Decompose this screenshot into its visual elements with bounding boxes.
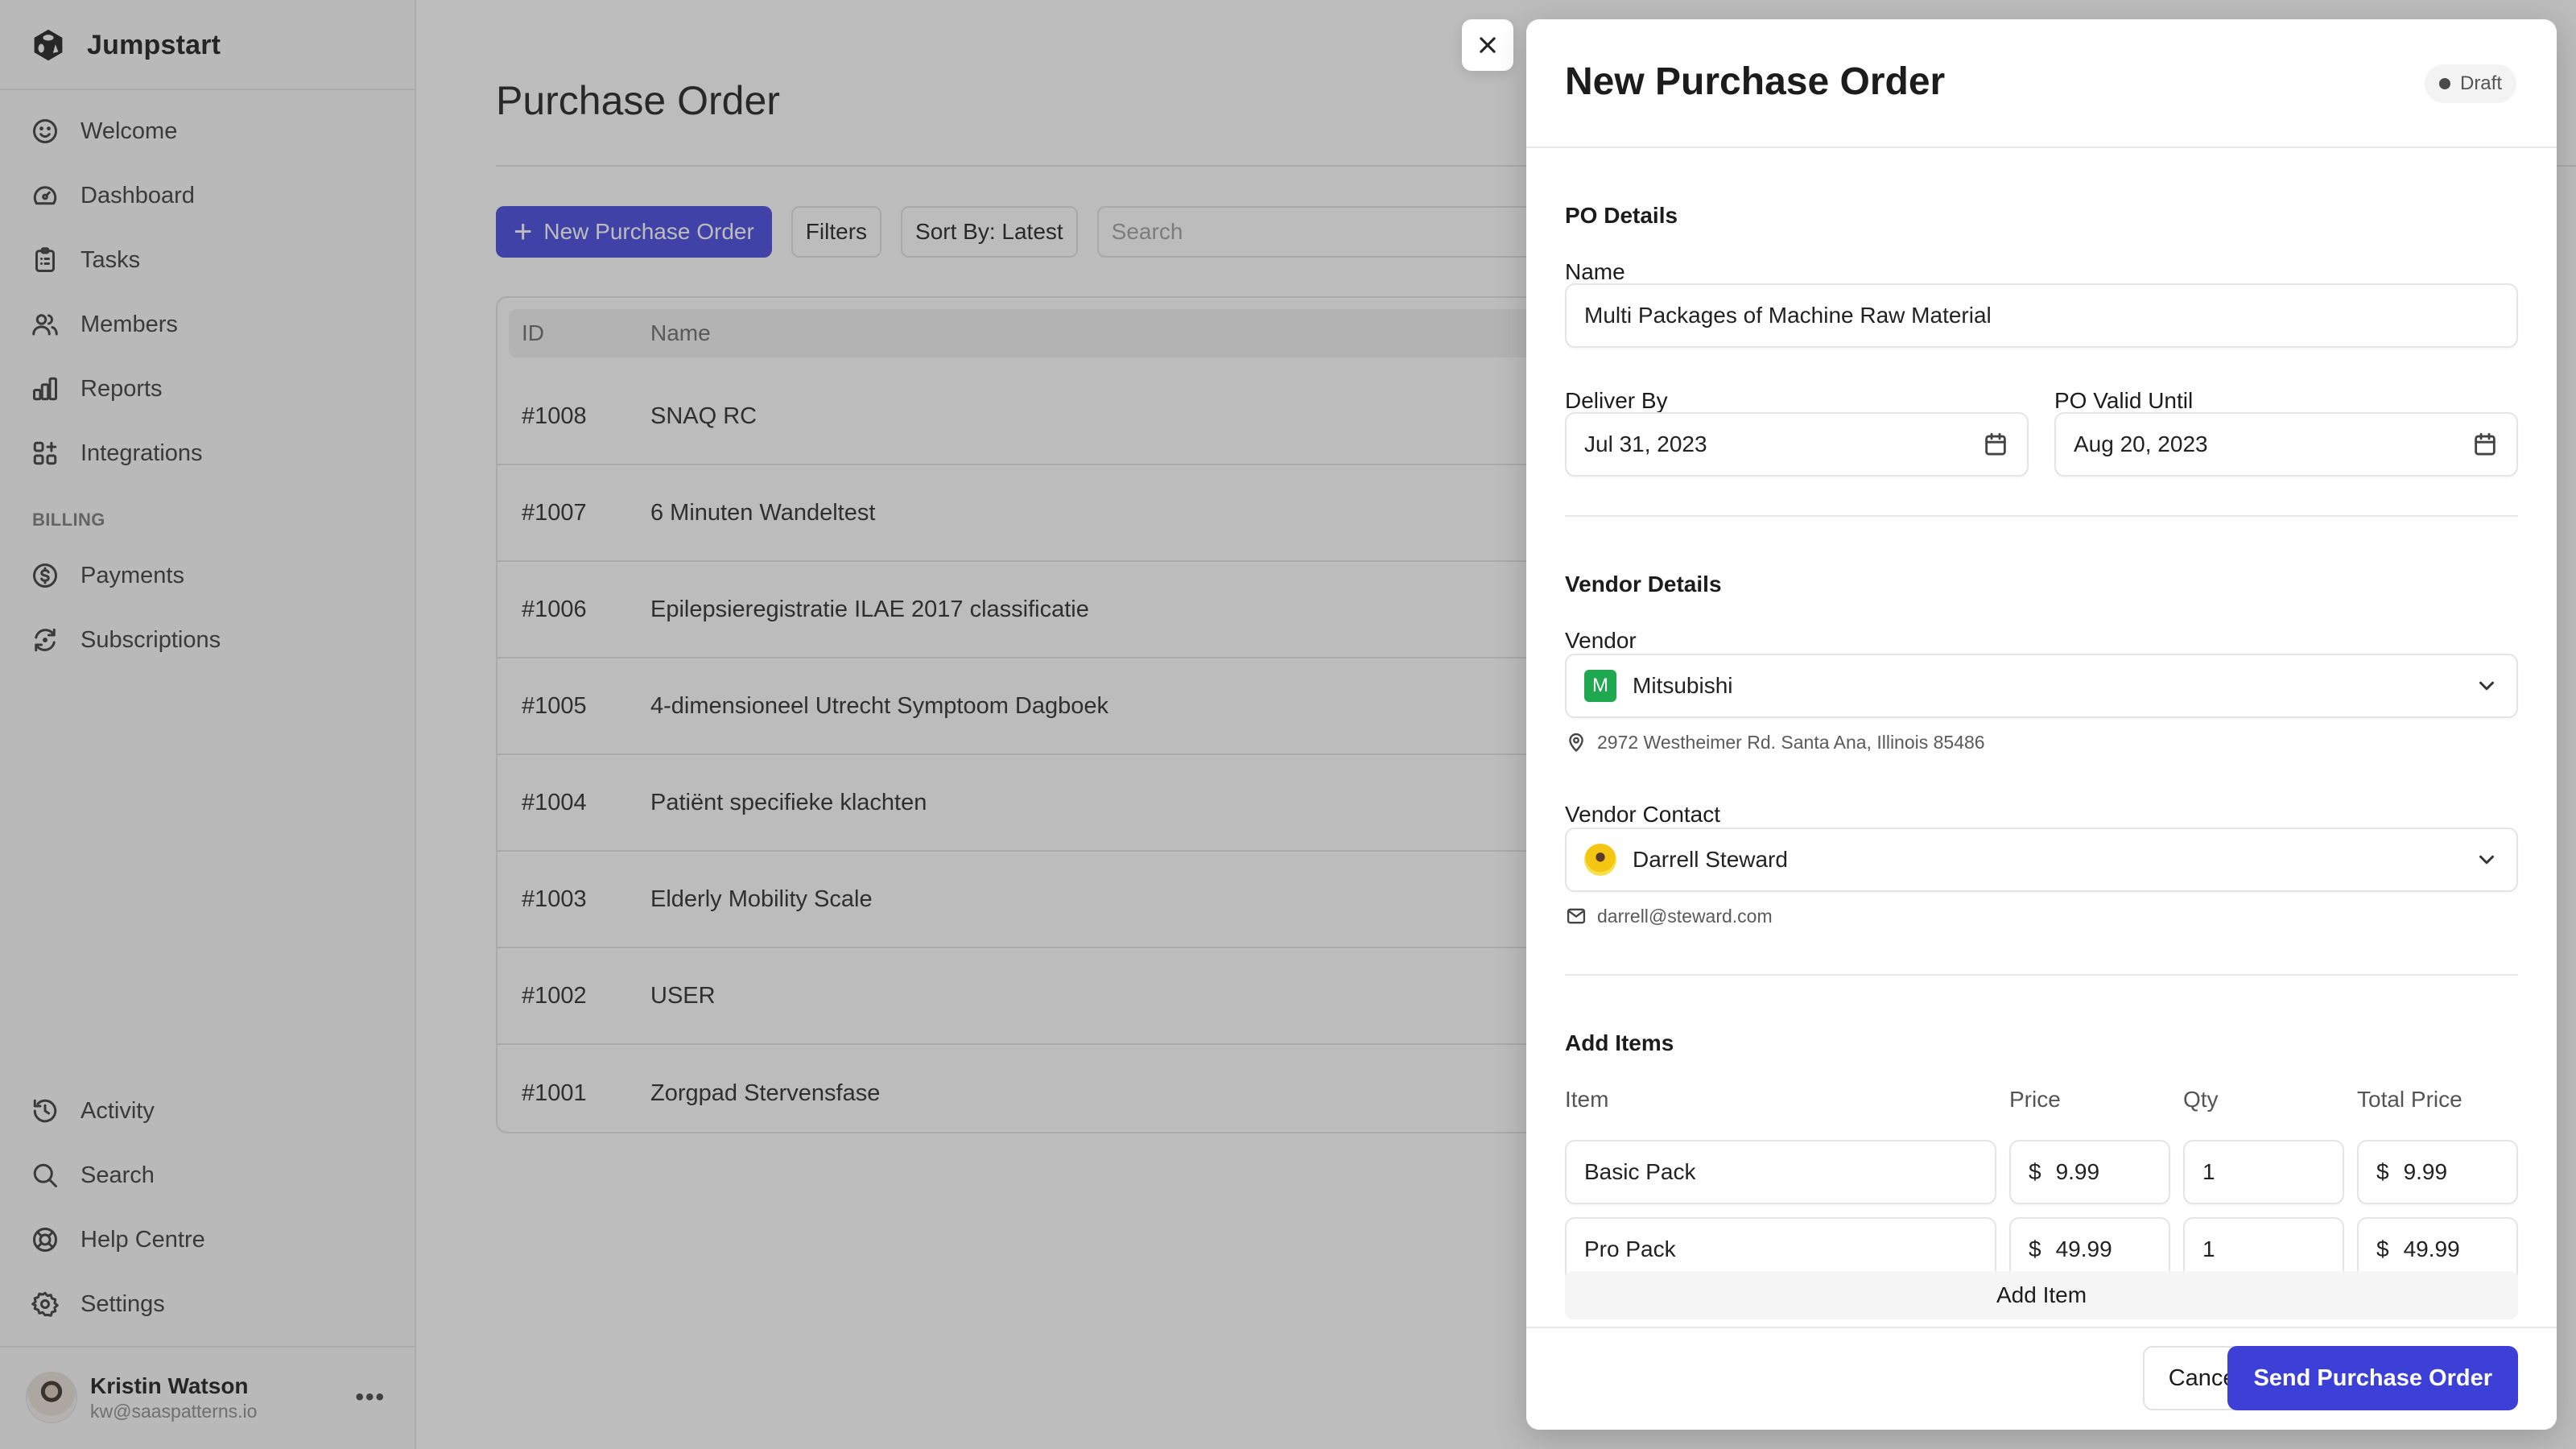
name-value: Multi Packages of Machine Raw Material <box>1584 303 1992 328</box>
vendor-contact-select[interactable]: Darrell Steward <box>1565 828 2518 892</box>
calendar-icon[interactable] <box>2471 431 2499 458</box>
status-dot-icon <box>2438 78 2450 89</box>
item-qty-value: 1 <box>2202 1159 2215 1184</box>
currency-prefix: $ <box>2029 1236 2041 1261</box>
item-name-value: Basic Pack <box>1584 1159 1696 1184</box>
vendor-select[interactable]: M Mitsubishi <box>1565 654 2518 718</box>
name-input[interactable]: Multi Packages of Machine Raw Material <box>1565 283 2518 348</box>
vendor-value: Mitsubishi <box>1633 673 1733 698</box>
items-column-total-price: Total Price <box>2357 1087 2462 1112</box>
item-total-value: 49.99 <box>2403 1236 2460 1261</box>
drawer-footer: Cancel Send Purchase Order <box>1526 1327 2557 1430</box>
currency-prefix: $ <box>2029 1159 2041 1184</box>
po-details-heading: PO Details <box>1565 203 1678 228</box>
item-qty-value: 1 <box>2202 1236 2215 1261</box>
item-name-value: Pro Pack <box>1584 1236 1676 1261</box>
vendor-details-heading: Vendor Details <box>1565 572 1722 597</box>
vendor-contact-label: Vendor Contact <box>1565 802 1721 827</box>
deliver-by-date-input[interactable]: Jul 31, 2023 <box>1565 412 2029 477</box>
currency-prefix: $ <box>2376 1236 2389 1261</box>
calendar-icon[interactable] <box>1982 431 2009 458</box>
item-price-input[interactable]: $9.99 <box>2009 1140 2170 1204</box>
deliver-by-label: Deliver By <box>1565 388 1668 413</box>
po-valid-until-label: PO Valid Until <box>2054 388 2194 413</box>
vendor-label: Vendor <box>1565 628 1637 653</box>
vendor-address: 2972 Westheimer Rd. Santa Ana, Illinois … <box>1565 731 1985 753</box>
po-valid-until-value: Aug 20, 2023 <box>2074 431 2208 456</box>
section-divider <box>1565 515 2518 517</box>
vendor-contact-email-text: darrell@steward.com <box>1597 905 1773 927</box>
send-purchase-order-button[interactable]: Send Purchase Order <box>2227 1346 2518 1410</box>
item-price-value: 9.99 <box>2055 1159 2100 1184</box>
close-drawer-button[interactable] <box>1462 19 1513 71</box>
add-item-button[interactable]: Add Item <box>1565 1271 2518 1319</box>
chevron-down-icon <box>2479 681 2494 691</box>
items-column-item: Item <box>1565 1087 1609 1112</box>
items-column-qty: Qty <box>2183 1087 2219 1112</box>
map-pin-icon <box>1569 733 1583 752</box>
item-total-value: 9.99 <box>2403 1159 2448 1184</box>
item-qty-input[interactable]: 1 <box>2183 1140 2344 1204</box>
item-total-input[interactable]: $9.99 <box>2357 1140 2518 1204</box>
status-badge: Draft <box>2424 64 2516 103</box>
name-label: Name <box>1565 259 1625 284</box>
contact-avatar <box>1584 844 1616 876</box>
deliver-by-value: Jul 31, 2023 <box>1584 431 1707 456</box>
add-items-heading: Add Items <box>1565 1030 1674 1055</box>
chevron-down-icon <box>2479 855 2494 865</box>
drawer-header: New Purchase Order Draft <box>1526 19 2557 148</box>
vendor-contact-email: darrell@steward.com <box>1565 905 1773 927</box>
item-name-input[interactable]: Basic Pack <box>1565 1140 1996 1204</box>
close-icon <box>1480 37 1496 53</box>
vendor-address-text: 2972 Westheimer Rd. Santa Ana, Illinois … <box>1597 731 1985 753</box>
section-divider <box>1565 974 2518 976</box>
mail-icon <box>1567 908 1586 924</box>
currency-prefix: $ <box>2376 1159 2389 1184</box>
item-price-value: 49.99 <box>2055 1236 2112 1261</box>
items-column-price: Price <box>2009 1087 2061 1112</box>
drawer-title: New Purchase Order <box>1565 60 1946 103</box>
status-label: Draft <box>2459 72 2502 94</box>
new-purchase-order-drawer: New Purchase Order Draft PO Details Name… <box>1526 19 2557 1430</box>
vendor-logo: M <box>1584 670 1616 702</box>
vendor-contact-value: Darrell Steward <box>1633 847 1788 872</box>
po-valid-until-date-input[interactable]: Aug 20, 2023 <box>2054 412 2518 477</box>
